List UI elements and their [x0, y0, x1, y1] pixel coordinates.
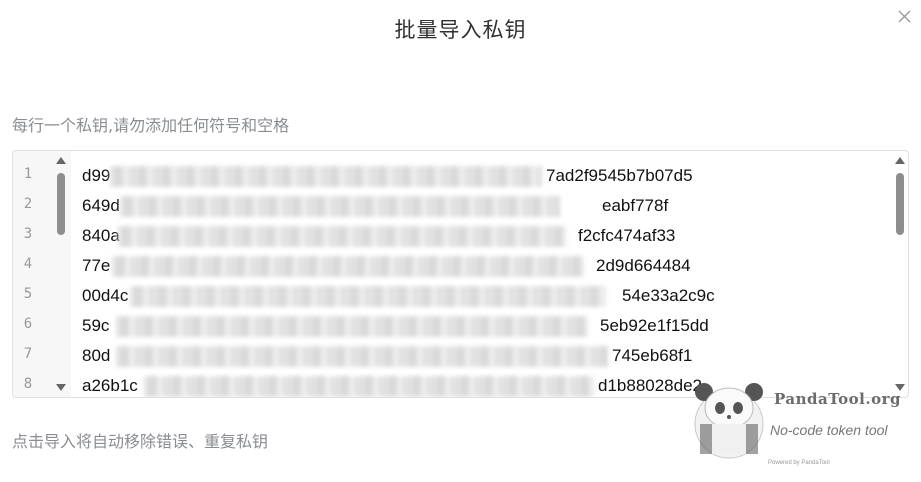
key-line: 77e 2d9d664484: [82, 251, 691, 281]
redaction-mask: [118, 226, 566, 247]
dialog-title: 批量导入私钥: [394, 18, 527, 42]
key-line: 59c 5eb92e1f15dd: [82, 311, 709, 341]
key-prefix: 649d: [82, 196, 120, 215]
key-prefix: 840a: [82, 226, 120, 245]
redaction-mask: [144, 376, 594, 397]
private-key-editor[interactable]: 1 2 3 4 5 6 7 8 d99 7ad2f9545b7b07d5 649d…: [12, 150, 909, 398]
key-line: 00d4c 54e33a2c9c: [82, 281, 715, 311]
line-number: 2: [23, 196, 33, 212]
pandatool-watermark: PandaTool.org No-code token tool Powered…: [684, 362, 921, 472]
key-suffix: f2cfc474af33: [578, 226, 676, 245]
key-suffix: 5eb92e1f15dd: [600, 316, 709, 335]
code-area[interactable]: d99 7ad2f9545b7b07d5 649d eabf778f 840a f2c…: [82, 151, 888, 397]
line-number: 7: [23, 346, 33, 362]
key-suffix: eabf778f: [602, 196, 669, 215]
watermark-tagline: No-code token tool: [770, 422, 888, 438]
key-prefix: a26b1c: [82, 376, 138, 395]
key-line: 649d eabf778f: [82, 191, 668, 221]
key-suffix: 745eb68f1: [612, 346, 693, 365]
redaction-mask: [116, 316, 588, 337]
line-number: 4: [23, 256, 33, 272]
key-suffix: 2d9d664484: [596, 256, 691, 275]
redaction-mask: [110, 166, 542, 187]
scroll-thumb[interactable]: [57, 173, 65, 235]
key-line: a26b1c d1b88028de2: [82, 371, 702, 397]
scroll-up-arrow-icon[interactable]: [895, 157, 905, 164]
key-prefix: 80d: [82, 346, 111, 365]
close-button[interactable]: [894, 6, 916, 28]
key-line: 80d 745eb68f1: [82, 341, 692, 371]
gutter-scrollbar[interactable]: [53, 151, 69, 397]
line-number: 6: [23, 316, 33, 332]
line-number: 3: [23, 226, 33, 242]
key-prefix: d99: [82, 166, 111, 185]
key-line: 840a f2cfc474af33: [82, 221, 675, 251]
editor-scrollbar[interactable]: [892, 151, 908, 397]
redaction-mask: [116, 346, 608, 367]
line-number: 5: [23, 286, 33, 302]
import-note: 点击导入将自动移除错误、重复私钥: [12, 432, 269, 451]
redaction-mask: [130, 286, 606, 307]
line-number: 1: [23, 166, 33, 182]
key-prefix: 00d4c: [82, 286, 129, 305]
line-number: 8: [23, 376, 33, 392]
key-prefix: 59c: [82, 316, 110, 335]
panda-logo-icon: [694, 383, 764, 459]
input-hint: 每行一个私钥,请勿添加任何符号和空格: [12, 116, 290, 135]
scroll-thumb[interactable]: [896, 173, 904, 235]
import-private-keys-dialog: 批量导入私钥 每行一个私钥,请勿添加任何符号和空格 1 2 3 4 5 6 7 …: [0, 0, 921, 482]
scroll-down-arrow-icon[interactable]: [56, 384, 66, 391]
key-suffix: 7ad2f9545b7b07d5: [546, 166, 693, 185]
key-line: d99 7ad2f9545b7b07d5: [82, 161, 693, 191]
key-suffix: 54e33a2c9c: [622, 286, 715, 305]
watermark-name: PandaTool.org: [774, 390, 901, 408]
scroll-up-arrow-icon[interactable]: [56, 157, 66, 164]
redaction-mask: [120, 196, 560, 217]
watermark-powered: Powered by PandaTool: [768, 460, 830, 466]
key-prefix: 77e: [82, 256, 111, 275]
close-icon: [898, 10, 911, 23]
redaction-mask: [112, 256, 584, 277]
